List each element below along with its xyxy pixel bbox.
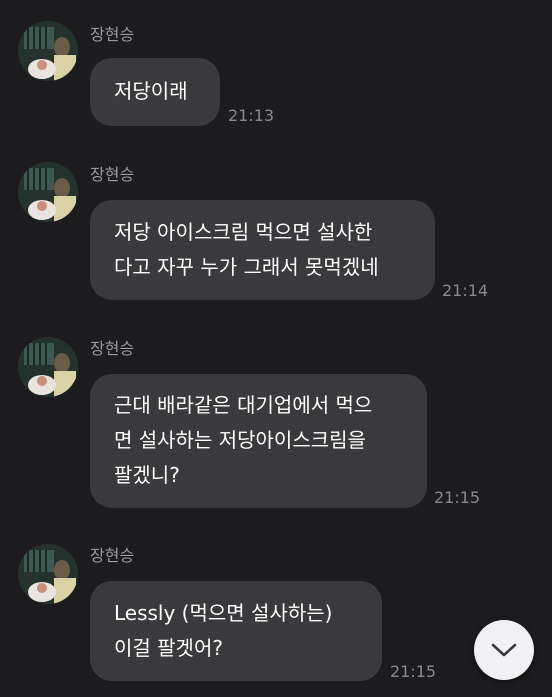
sender-name: 장현승 bbox=[90, 339, 135, 358]
message-bubble[interactable]: Lessly (먹으면 설사하는) 이걸 팔겟어? bbox=[90, 581, 382, 681]
sender-name: 장현승 bbox=[90, 546, 135, 565]
message-text: 저당이래 bbox=[114, 79, 188, 103]
chat-screen: 장현승 저당이래 21:13 장현승 저당 아이스크림 먹으면 설사한 다고 자… bbox=[0, 0, 552, 697]
profile-photo-icon bbox=[18, 544, 78, 604]
message-text: 팔겠니? bbox=[114, 463, 180, 487]
message-timestamp: 21:15 bbox=[390, 662, 437, 681]
profile-photo-icon bbox=[18, 337, 78, 397]
message-bubble[interactable]: 저당 아이스크림 먹으면 설사한 다고 자꾸 누가 그래서 못먹겠네 bbox=[90, 200, 435, 300]
message-text: 근대 배라같은 대기업에서 먹으 bbox=[114, 393, 373, 417]
message-bubble[interactable]: 근대 배라같은 대기업에서 먹으 면 설사하는 저당아이스크림을 팔겠니? bbox=[90, 374, 427, 508]
message-text: 다고 자꾸 누가 그래서 못먹겠네 bbox=[114, 255, 379, 279]
message-text: 이걸 팔겟어? bbox=[114, 636, 223, 660]
avatar[interactable] bbox=[18, 21, 78, 81]
sender-name: 장현승 bbox=[90, 25, 135, 44]
message-text: Lessly (먹으면 설사하는) bbox=[114, 601, 333, 625]
scroll-to-bottom-button[interactable] bbox=[474, 620, 534, 680]
avatar[interactable] bbox=[18, 337, 78, 397]
avatar[interactable] bbox=[18, 544, 78, 604]
message-timestamp: 21:15 bbox=[434, 488, 481, 507]
chevron-down-icon bbox=[491, 643, 517, 657]
message-bubble[interactable]: 저당이래 bbox=[90, 58, 220, 126]
sender-name: 장현승 bbox=[90, 165, 135, 184]
profile-photo-icon bbox=[18, 21, 78, 81]
avatar[interactable] bbox=[18, 162, 78, 222]
message-text: 면 설사하는 저당아이스크림을 bbox=[114, 428, 366, 452]
message-timestamp: 21:14 bbox=[442, 281, 489, 300]
message-text: 저당 아이스크림 먹으면 설사한 bbox=[114, 220, 373, 244]
message-timestamp: 21:13 bbox=[228, 106, 275, 125]
profile-photo-icon bbox=[18, 162, 78, 222]
